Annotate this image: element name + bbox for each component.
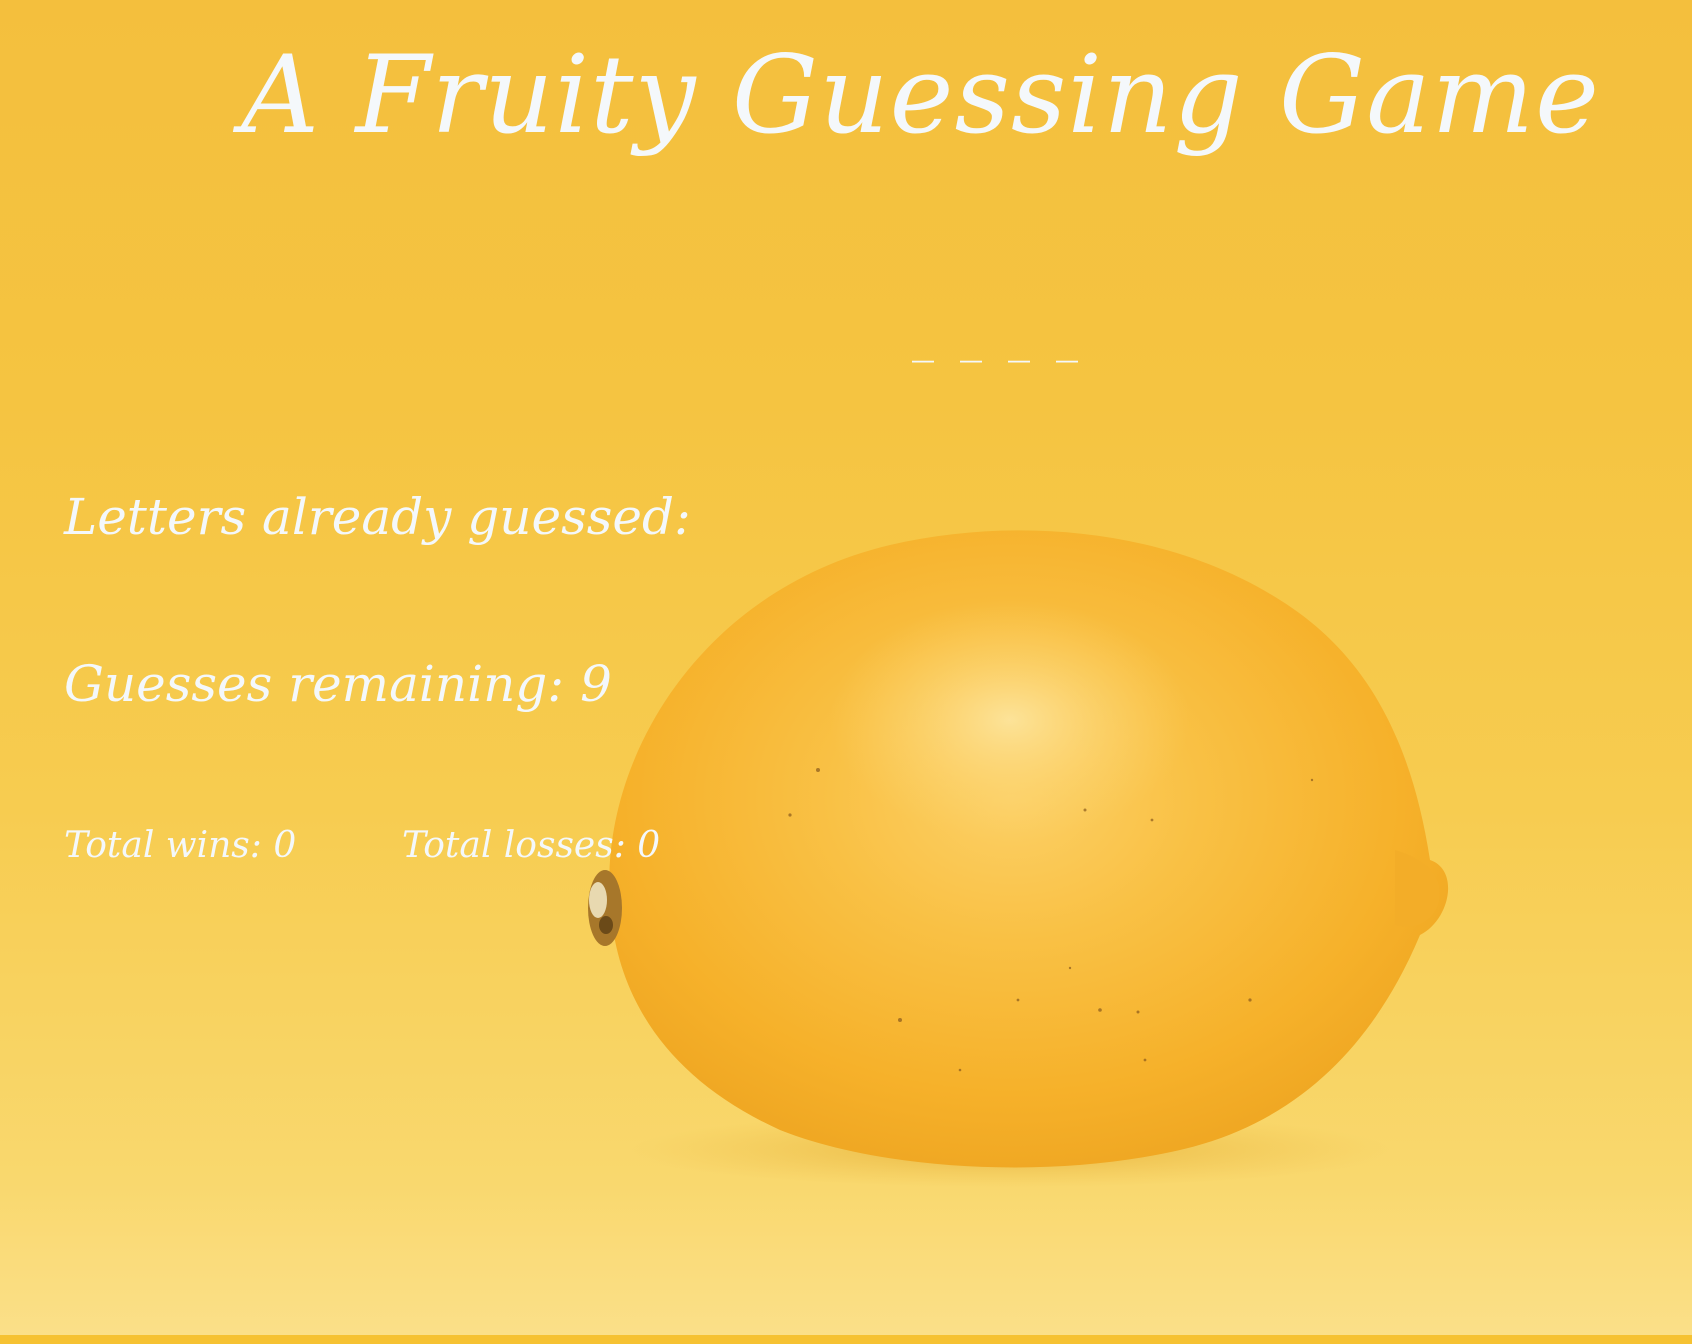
game-title: A Fruity Guessing Game: [241, 33, 1600, 158]
letters-guessed: Letters already guessed:: [64, 488, 691, 546]
bottom-bar: [0, 1335, 1692, 1344]
total-losses: Total losses: 0: [402, 825, 660, 866]
guesses-remaining: Guesses remaining: 9: [64, 655, 612, 713]
lemon-stem: [588, 870, 622, 946]
lemon-highlight: [830, 600, 1190, 840]
total-losses-label: Total losses:: [402, 825, 626, 866]
total-wins: Total wins: 0: [64, 825, 402, 866]
total-wins-label: Total wins:: [64, 825, 262, 866]
word-blanks: _ _ _ _: [912, 312, 1084, 363]
guesses-remaining-label: Guesses remaining:: [64, 655, 565, 713]
total-wins-value: 0: [273, 825, 297, 866]
score-row: Total wins: 0 Total losses: 0: [64, 825, 660, 866]
letters-guessed-label: Letters already guessed:: [64, 488, 691, 546]
guesses-remaining-value: 9: [580, 655, 612, 713]
total-losses-value: 0: [637, 825, 661, 866]
